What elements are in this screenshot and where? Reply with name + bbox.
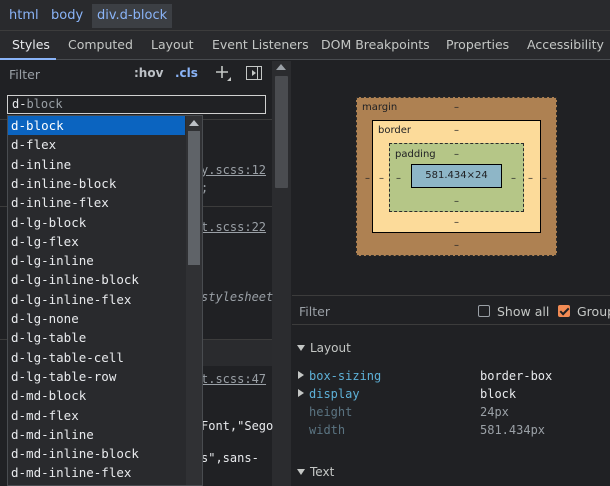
class-input-autocomplete-hint: block bbox=[26, 97, 63, 111]
suggestion-item[interactable]: d-lg-flex bbox=[8, 232, 185, 251]
suggestion-item[interactable]: d-inline bbox=[8, 155, 185, 174]
suggestion-item[interactable]: d-lg-inline bbox=[8, 251, 185, 270]
suggestion-item[interactable]: d-block bbox=[8, 116, 185, 135]
suggest-scroll-up-arrow-icon[interactable] bbox=[189, 120, 199, 126]
active-tab-indicator bbox=[0, 58, 56, 60]
expand-property-arrow-icon[interactable] bbox=[298, 389, 304, 397]
margin-label: margin bbox=[362, 102, 398, 113]
property-name[interactable]: height bbox=[309, 405, 352, 419]
new-style-rule-icon[interactable] bbox=[214, 64, 232, 82]
suggestion-item[interactable]: d-lg-block bbox=[8, 213, 185, 232]
border-bottom-value[interactable]: – bbox=[454, 217, 459, 228]
tab-properties[interactable]: Properties bbox=[446, 31, 509, 59]
suggestion-item[interactable]: d-flex bbox=[8, 135, 185, 154]
padding-top-value[interactable]: – bbox=[454, 149, 459, 160]
margin-right-value[interactable]: – bbox=[542, 173, 547, 184]
property-name[interactable]: width bbox=[309, 423, 345, 437]
group-label[interactable]: Group bbox=[577, 304, 610, 319]
suggestion-item[interactable]: d-lg-none bbox=[8, 309, 185, 328]
tab-styles[interactable]: Styles bbox=[12, 31, 50, 59]
panel-tabs: Styles Computed Layout Event Listeners D… bbox=[0, 31, 610, 60]
margin-top-value[interactable]: – bbox=[454, 102, 459, 113]
property-value: border-box bbox=[480, 369, 553, 383]
source-link[interactable]: t.scss:47 bbox=[201, 372, 266, 386]
padding-right-value[interactable]: – bbox=[511, 173, 516, 184]
suggestion-item[interactable]: d-inline-flex bbox=[8, 193, 185, 212]
suggestion-item[interactable]: d-lg-inline-block bbox=[8, 270, 185, 289]
margin-bottom-value[interactable]: – bbox=[454, 240, 459, 251]
toggle-sidebar-icon[interactable] bbox=[246, 66, 262, 80]
property-value: block bbox=[480, 387, 517, 401]
tab-computed[interactable]: Computed bbox=[68, 31, 133, 59]
layout-section-header[interactable]: Layout bbox=[297, 341, 351, 355]
suggestion-item[interactable]: d-md-block bbox=[8, 386, 185, 405]
scroll-up-arrow-icon[interactable] bbox=[276, 64, 286, 70]
property-value: 24px bbox=[480, 405, 509, 419]
suggestion-item[interactable]: d-md-inline bbox=[8, 425, 185, 444]
styles-scrollbar-thumb[interactable] bbox=[275, 76, 288, 188]
padding-bottom-value[interactable]: – bbox=[454, 196, 459, 207]
inherited-header bbox=[201, 340, 272, 366]
suggestion-item[interactable]: d-lg-table bbox=[8, 328, 185, 347]
computed-filter-input[interactable]: Filter bbox=[299, 304, 330, 319]
suggest-scrollbar-thumb[interactable] bbox=[188, 131, 200, 265]
suggestion-item[interactable]: d-inline-block bbox=[8, 174, 185, 193]
expand-arrow-icon bbox=[297, 345, 305, 351]
class-input-typed: d- bbox=[12, 97, 27, 111]
content-box[interactable]: 581.434×24 bbox=[411, 164, 502, 188]
cls-button[interactable]: .cls bbox=[175, 66, 198, 80]
stylesheet-origin: stylesheet bbox=[201, 290, 274, 304]
suggestion-item[interactable]: d-md-inline-flex bbox=[8, 463, 185, 482]
suggestion-item[interactable]: d-lg-inline-flex bbox=[8, 290, 185, 309]
border-top-value[interactable]: – bbox=[454, 125, 459, 136]
suggestion-item[interactable]: d-lg-table-row bbox=[8, 367, 185, 386]
source-link[interactable]: y.scss:12 bbox=[201, 163, 266, 177]
expand-arrow-icon bbox=[297, 469, 305, 475]
tab-accessibility[interactable]: Accessibility bbox=[527, 31, 604, 59]
breadcrumb-body[interactable]: body bbox=[46, 4, 88, 28]
styles-pane: Filter :hov .cls y.scss:12 ; t.scss:22 s… bbox=[0, 61, 291, 486]
suggestion-item[interactable]: d-md-inline-block bbox=[8, 444, 185, 463]
tab-layout[interactable]: Layout bbox=[151, 31, 194, 59]
suggestion-item[interactable]: d-lg-table-cell bbox=[8, 348, 185, 367]
computed-filter-bar: Filter Show all Group bbox=[292, 295, 610, 325]
add-class-input[interactable]: d-block bbox=[7, 95, 266, 114]
breadcrumb-div-d-block[interactable]: div.d-block bbox=[92, 4, 173, 28]
tab-dom-breakpoints[interactable]: DOM Breakpoints bbox=[321, 31, 430, 59]
suggestion-item[interactable]: d-md-flex bbox=[8, 406, 185, 425]
text-section-header[interactable]: Text bbox=[297, 465, 334, 479]
breadcrumb-html[interactable]: html bbox=[4, 4, 44, 28]
class-suggest-box: d-block d-flex d-inline d-inline-block d… bbox=[7, 115, 203, 486]
property-value: 581.434px bbox=[480, 423, 546, 437]
source-link[interactable]: t.scss:22 bbox=[201, 220, 266, 234]
show-all-checkbox[interactable] bbox=[478, 305, 490, 317]
padding-left-value[interactable]: – bbox=[396, 173, 401, 184]
code-fragment: s",sans- bbox=[201, 451, 259, 465]
border-right-value[interactable]: – bbox=[528, 173, 533, 184]
code-fragment: Font,"Sego bbox=[201, 419, 274, 433]
property-name[interactable]: display bbox=[309, 387, 360, 401]
styles-filter-bar: Filter :hov .cls bbox=[0, 61, 272, 88]
border-label: border bbox=[378, 125, 412, 136]
border-left-value[interactable]: – bbox=[379, 173, 384, 184]
box-model-diagram: margin – – – – border – – – – padding – … bbox=[356, 97, 557, 256]
breadcrumb: html body div.d-block bbox=[0, 0, 610, 31]
computed-pane: margin – – – – border – – – – padding – … bbox=[292, 61, 610, 486]
hov-button[interactable]: :hov bbox=[134, 66, 163, 80]
tab-event-listeners[interactable]: Event Listeners bbox=[212, 31, 309, 59]
expand-property-arrow-icon[interactable] bbox=[298, 371, 304, 379]
property-name[interactable]: box-sizing bbox=[309, 369, 381, 383]
show-all-label[interactable]: Show all bbox=[497, 304, 549, 319]
styles-filter-input[interactable]: Filter bbox=[9, 67, 40, 82]
margin-left-value[interactable]: – bbox=[365, 173, 370, 184]
group-checkbox[interactable] bbox=[558, 305, 570, 317]
padding-label: padding bbox=[395, 149, 436, 160]
